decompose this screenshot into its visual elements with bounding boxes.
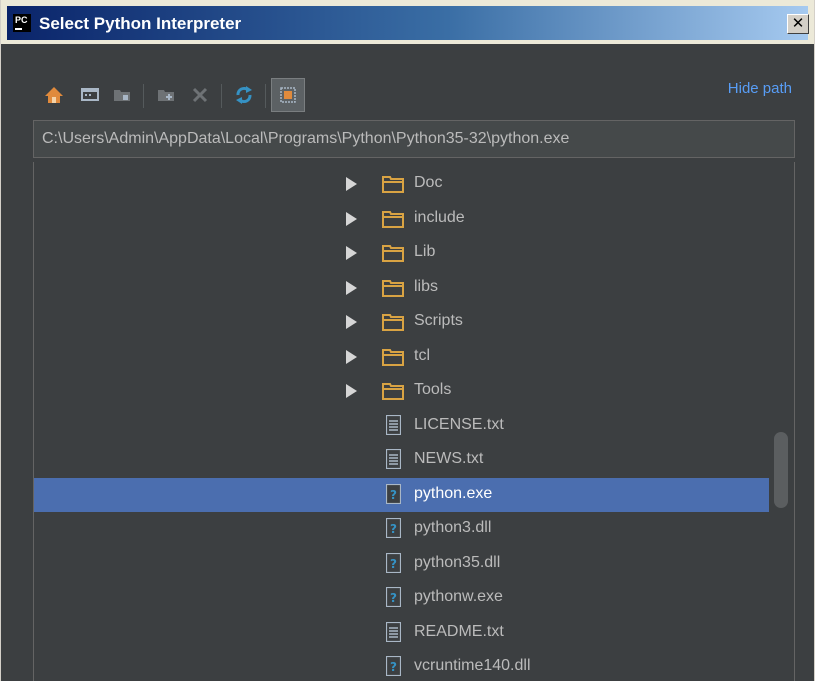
tree-file-row[interactable]: README.txt bbox=[34, 616, 769, 650]
window-title: Select Python Interpreter bbox=[39, 14, 242, 33]
folder-icon bbox=[382, 176, 404, 193]
folder-icon bbox=[382, 314, 404, 331]
title-bar-gradient[interactable]: PC Select Python Interpreter ✕ bbox=[7, 6, 809, 40]
project-folder-button[interactable] bbox=[109, 78, 135, 112]
desktop-icon bbox=[81, 88, 99, 101]
svg-text:?: ? bbox=[390, 522, 397, 536]
tree-file-row[interactable]: ? vcruntime140.dll bbox=[34, 650, 769, 681]
expand-arrow-icon[interactable] bbox=[346, 315, 357, 329]
tree-item-label: python3.dll bbox=[414, 519, 492, 536]
delete-button[interactable] bbox=[187, 78, 213, 112]
tree-folder-row[interactable]: libs bbox=[34, 271, 769, 305]
tree-file-row[interactable]: LICENSE.txt bbox=[34, 409, 769, 443]
path-input[interactable]: C:\Users\Admin\AppData\Local\Programs\Py… bbox=[33, 120, 795, 158]
tree-item-label: vcruntime140.dll bbox=[414, 657, 531, 674]
tree-file-row[interactable]: NEWS.txt bbox=[34, 443, 769, 477]
expand-arrow-icon[interactable] bbox=[346, 211, 357, 226]
tree-folder-row[interactable]: Tools bbox=[34, 374, 769, 408]
tree-item-label: README.txt bbox=[414, 622, 504, 640]
folder-icon bbox=[382, 279, 404, 297]
tree-scrollbar-thumb[interactable] bbox=[774, 432, 788, 508]
tree-folder-row[interactable]: Lib bbox=[34, 236, 769, 270]
home-button[interactable] bbox=[41, 78, 67, 112]
tree-file-row[interactable]: ? python35.dll bbox=[34, 547, 769, 581]
title-bar: PC Select Python Interpreter ✕ bbox=[1, 0, 814, 44]
tree-item-label: LICENSE.txt bbox=[414, 415, 504, 433]
tree-folder-row[interactable]: tcl bbox=[34, 340, 769, 374]
text-file-icon bbox=[385, 621, 402, 642]
desktop-button[interactable] bbox=[77, 78, 103, 112]
expand-arrow-icon[interactable] bbox=[346, 384, 357, 398]
tree-item-label: Lib bbox=[414, 243, 436, 260]
file-chooser-toolbar bbox=[41, 78, 421, 112]
svg-text:?: ? bbox=[390, 557, 397, 571]
home-icon bbox=[45, 87, 63, 103]
svg-text:?: ? bbox=[390, 591, 397, 605]
show-hidden-files-icon bbox=[280, 87, 296, 103]
svg-text:?: ? bbox=[390, 660, 397, 674]
expand-arrow-icon[interactable] bbox=[346, 280, 357, 295]
new-folder-button[interactable] bbox=[153, 78, 179, 112]
tree-item-label: include bbox=[414, 208, 465, 226]
tree-folder-row[interactable]: Doc bbox=[34, 167, 769, 201]
tree-item-label: tcl bbox=[414, 346, 430, 364]
project-folder-icon bbox=[114, 90, 130, 101]
tree-item-label: python.exe bbox=[414, 484, 493, 502]
unknown-file-icon: ? bbox=[385, 586, 402, 608]
tree-item-label: Doc bbox=[414, 174, 443, 191]
tree-folder-row[interactable]: include bbox=[34, 202, 769, 236]
folder-icon bbox=[382, 210, 404, 228]
folder-icon bbox=[382, 245, 404, 262]
expand-arrow-icon[interactable] bbox=[346, 349, 357, 364]
tree-file-row[interactable]: ? python.exe bbox=[34, 477, 769, 512]
tree-item-label: pythonw.exe bbox=[414, 588, 503, 605]
folder-icon bbox=[382, 383, 404, 400]
tree-item-label: Scripts bbox=[414, 312, 463, 329]
unknown-file-icon: ? bbox=[385, 517, 402, 539]
unknown-file-icon: ? bbox=[385, 483, 402, 504]
close-button[interactable]: ✕ bbox=[787, 14, 809, 34]
toolbar-separator bbox=[143, 84, 144, 108]
new-folder-icon bbox=[158, 90, 174, 101]
tree-item-label: libs bbox=[414, 277, 439, 295]
refresh-button[interactable] bbox=[231, 78, 257, 112]
tree-file-row[interactable]: ? python3.dll bbox=[34, 512, 769, 546]
text-file-icon bbox=[385, 448, 402, 470]
tree-item-label: Tools bbox=[414, 381, 452, 398]
refresh-icon bbox=[236, 86, 252, 104]
toolbar-separator bbox=[265, 84, 266, 108]
dialog-window: PC Select Python Interpreter ✕ Hide path… bbox=[0, 0, 815, 681]
expand-arrow-icon[interactable] bbox=[346, 177, 357, 191]
pycharm-app-icon: PC bbox=[13, 14, 31, 32]
tree-file-row[interactable]: ? pythonw.exe bbox=[34, 581, 769, 615]
tree-item-label: python35.dll bbox=[414, 553, 501, 571]
text-file-icon bbox=[385, 414, 402, 435]
expand-arrow-icon[interactable] bbox=[346, 246, 357, 260]
delete-icon bbox=[192, 87, 208, 103]
show-hidden-files-toggle[interactable] bbox=[271, 78, 305, 112]
toolbar-separator bbox=[221, 84, 222, 108]
unknown-file-icon: ? bbox=[385, 655, 402, 677]
tree-item-label: NEWS.txt bbox=[414, 450, 484, 467]
svg-text:?: ? bbox=[390, 488, 397, 502]
unknown-file-icon: ? bbox=[385, 552, 402, 573]
folder-icon bbox=[382, 348, 404, 366]
file-tree[interactable]: ? vcruntime140.dll README.txt? pythonw.exe?… bbox=[33, 162, 795, 681]
tree-folder-row[interactable]: Scripts bbox=[34, 305, 769, 339]
hide-path-link[interactable]: Hide path bbox=[728, 80, 792, 97]
